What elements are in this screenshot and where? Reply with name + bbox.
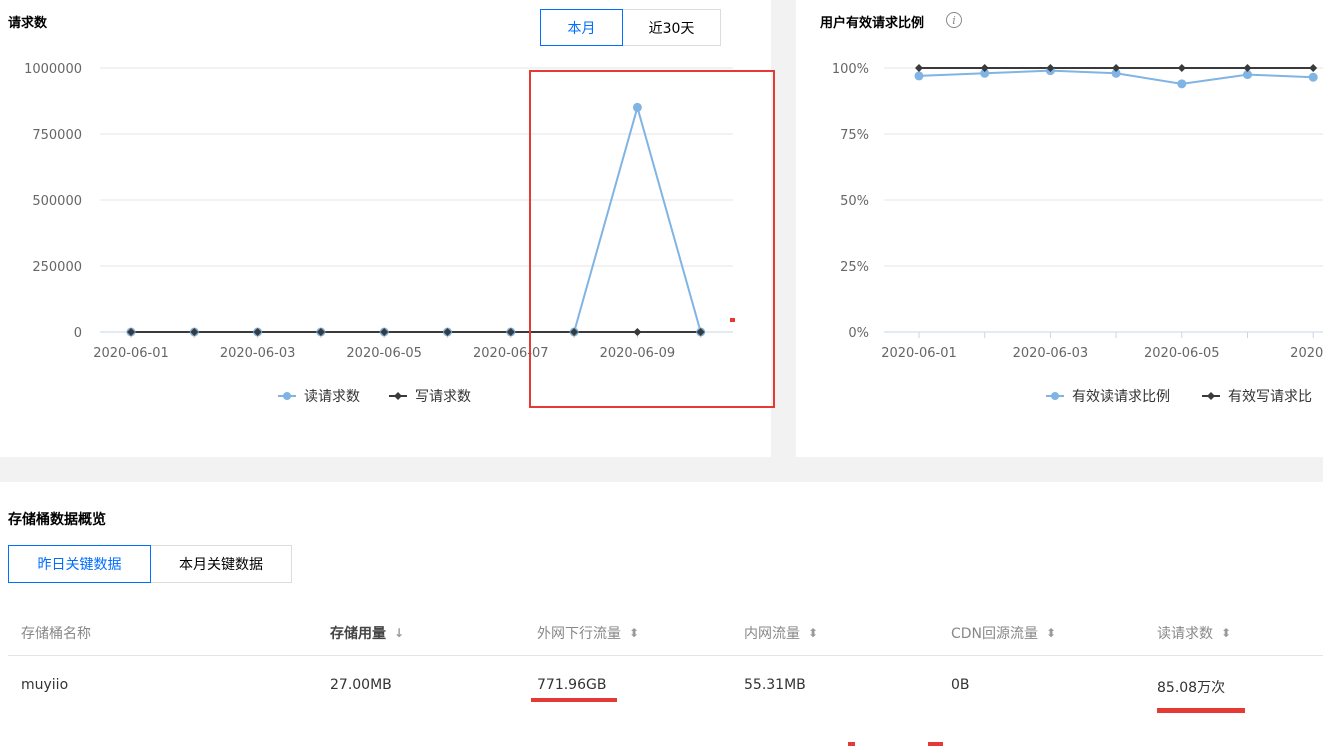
sort-icon[interactable]: ⬍	[1046, 626, 1056, 640]
annotation-mark	[730, 318, 735, 322]
data-point	[1308, 72, 1318, 82]
y-tick-label: 500000	[32, 194, 82, 209]
cell-storage-usage: 27.00MB	[330, 677, 392, 693]
data-point	[1309, 64, 1318, 72]
tab-yesterday-data[interactable]: 昨日关键数据	[8, 545, 151, 583]
y-tick-label: 750000	[32, 128, 82, 143]
column-label: CDN回源流量	[951, 626, 1039, 642]
bucket-section-title: 存储桶数据概览	[8, 512, 106, 528]
data-point	[915, 64, 923, 72]
data-point	[914, 71, 924, 81]
column-label: 读请求数	[1157, 626, 1213, 642]
sort-icon[interactable]: ⬍	[629, 626, 639, 640]
legend-label: 读请求数	[304, 388, 360, 405]
x-tick-label: 2020-06-01	[881, 346, 957, 361]
legend-label: 写请求数	[415, 389, 471, 405]
column-label: 内网流量	[744, 626, 800, 642]
cell-internal-traffic: 55.31MB	[744, 677, 806, 693]
table-row: muyiio 27.00MB 771.96GB 55.31MB 0B 85.08…	[8, 657, 1323, 717]
data-point	[1051, 392, 1059, 400]
cell-read-requests: 85.08万次	[1157, 680, 1226, 696]
column-cdn-origin-traffic[interactable]: CDN回源流量 ⬍	[951, 623, 1056, 643]
column-read-requests[interactable]: 读请求数 ⬍	[1157, 623, 1231, 643]
y-tick-label: 1000000	[24, 62, 82, 77]
x-tick-label: 2020-0	[1290, 346, 1323, 361]
column-internal-traffic[interactable]: 内网流量 ⬍	[744, 623, 818, 643]
sort-icon[interactable]: ⬍	[808, 626, 818, 640]
valid-ratio-panel: 用户有效请求比例 i 0% 25% 50% 75% 100% 2020-06-01 2020…	[796, 0, 1323, 457]
legend-label: 有效读请求比例	[1072, 388, 1170, 405]
data-point	[283, 392, 291, 400]
column-label: 外网下行流量	[537, 626, 621, 642]
x-tick-label: 2020-06-01	[93, 346, 169, 361]
y-tick-label: 0%	[848, 326, 869, 341]
sort-icon[interactable]: ⬍	[1221, 626, 1231, 640]
cell-cdn-origin-traffic: 0B	[951, 677, 970, 693]
annotation-mark	[848, 742, 855, 746]
column-label: 存储桶名称	[21, 626, 91, 642]
x-tick-label: 2020-06-03	[220, 346, 296, 361]
x-tick-label: 2020-06-03	[1013, 346, 1089, 361]
bucket-tabs: 昨日关键数据 本月关键数据	[8, 545, 292, 583]
underline-external-downstream	[531, 698, 617, 702]
column-external-downstream[interactable]: 外网下行流量 ⬍	[537, 623, 639, 643]
x-tick-label: 2020-06-05	[1144, 346, 1220, 361]
y-tick-label: 250000	[32, 260, 82, 275]
data-point	[1243, 64, 1252, 72]
column-bucket-name: 存储桶名称	[21, 623, 91, 643]
data-point	[394, 392, 402, 400]
underline-read-requests	[1157, 708, 1245, 713]
column-label: 存储用量	[330, 626, 386, 642]
y-tick-label: 75%	[840, 128, 869, 143]
data-point	[1207, 392, 1215, 400]
cell-bucket-name[interactable]: muyiio	[21, 677, 68, 693]
sort-desc-icon[interactable]: ↓	[394, 626, 404, 640]
page: 请求数 本月 近30天 0 250000 500000 750000 1000000 20…	[0, 0, 1323, 746]
legend-label: 有效写请求比	[1228, 389, 1312, 405]
data-point	[1177, 79, 1187, 89]
y-tick-label: 50%	[840, 194, 869, 209]
y-tick-label: 25%	[840, 260, 869, 275]
annotation-mark	[928, 742, 943, 746]
data-point	[1177, 64, 1186, 72]
cell-external-downstream: 771.96GB	[537, 677, 607, 693]
column-storage-usage[interactable]: 存储用量 ↓	[330, 623, 404, 643]
highlight-box	[529, 70, 775, 408]
x-tick-label: 2020-06-05	[346, 346, 422, 361]
tab-month-data[interactable]: 本月关键数据	[151, 545, 292, 583]
table-header: 存储桶名称 存储用量 ↓ 外网下行流量 ⬍ 内网流量 ⬍ CDN回源流量 ⬍ 读请求数 ⬍	[8, 611, 1323, 656]
valid-ratio-chart: 0% 25% 50% 75% 100% 2020-06-01 2020-06-03 2020-…	[832, 62, 1323, 405]
y-tick-label: 0	[74, 326, 82, 341]
y-tick-label: 100%	[832, 62, 869, 77]
